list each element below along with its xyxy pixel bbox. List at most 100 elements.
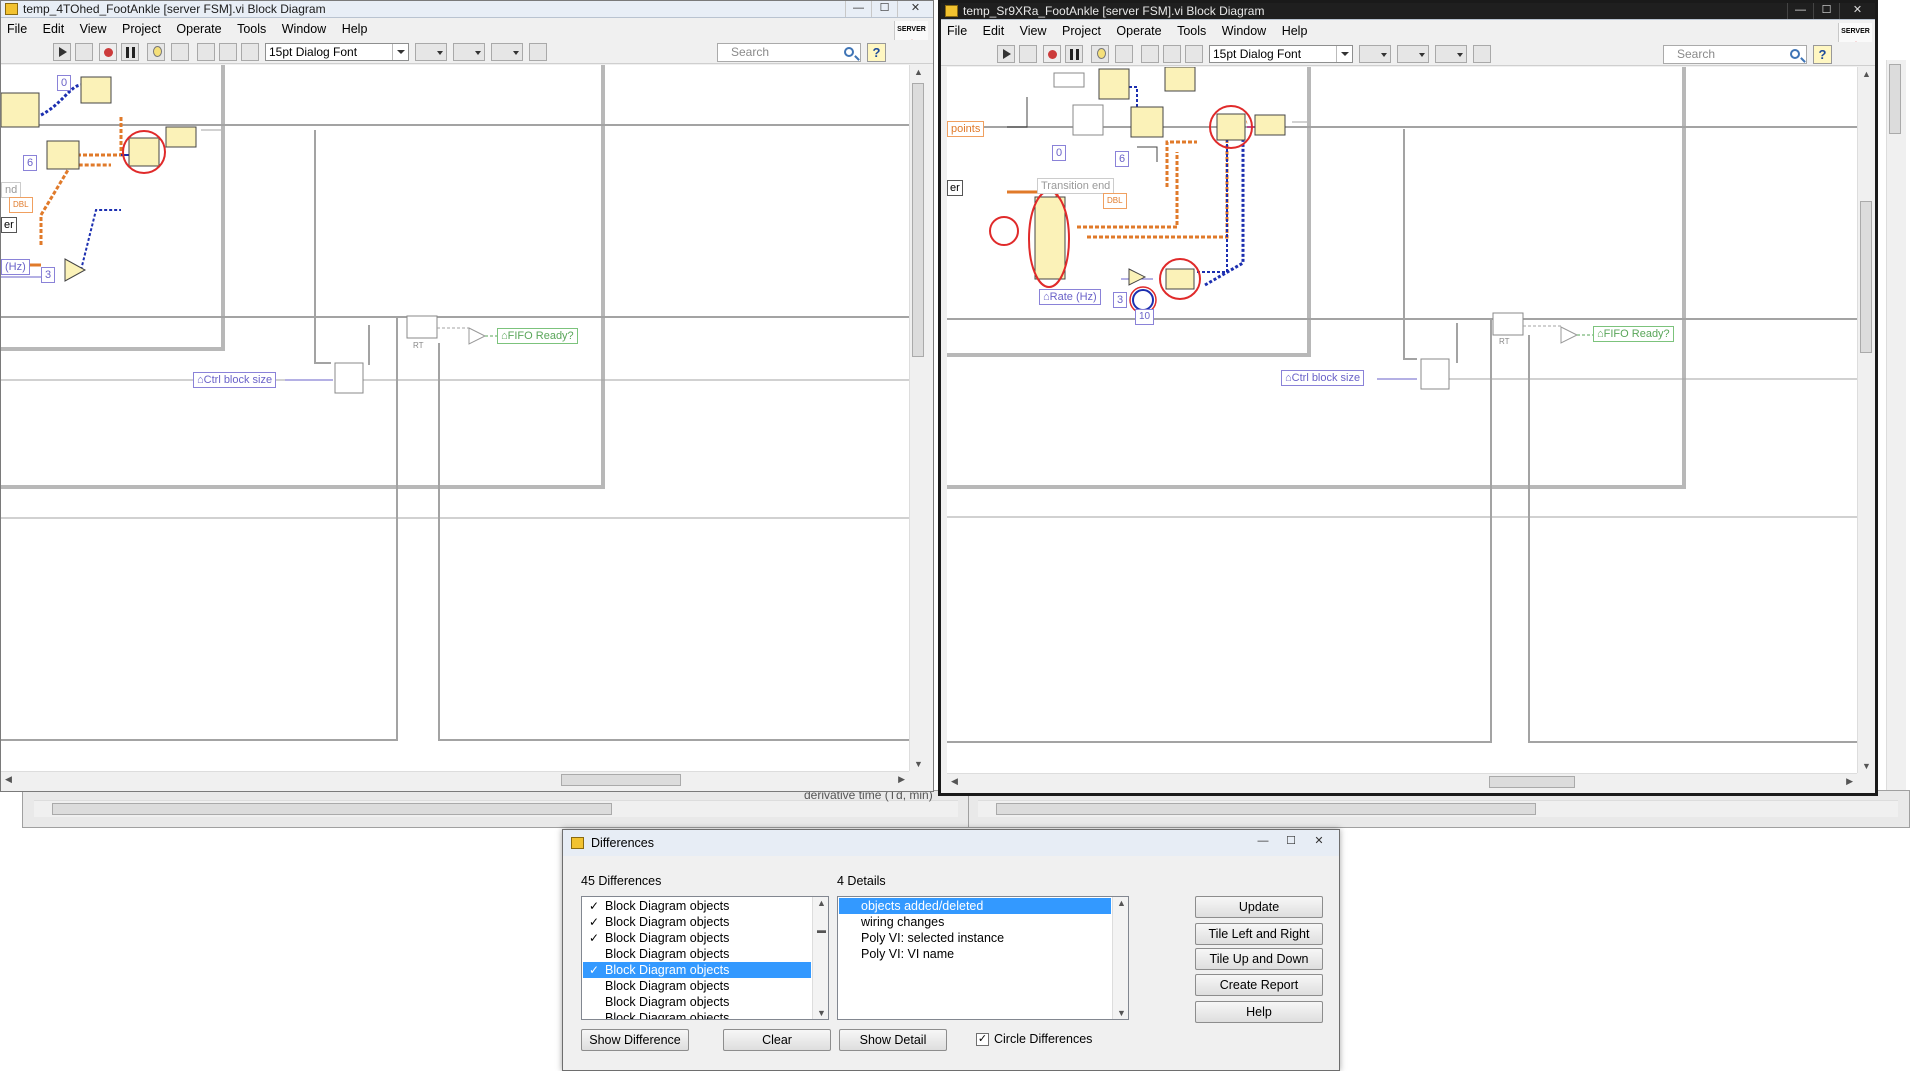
- menu-operate[interactable]: Operate: [1110, 21, 1167, 39]
- menu-help[interactable]: Help: [336, 19, 374, 37]
- left-ctrl-block-size-control[interactable]: ⌂Ctrl block size: [193, 372, 277, 388]
- abort-button[interactable]: [99, 43, 117, 61]
- step-into-icon[interactable]: [197, 43, 215, 61]
- details-list[interactable]: objects added/deleted wiring changes Pol…: [837, 896, 1129, 1020]
- right-horizontal-scrollbar[interactable]: ◀ ▶: [947, 773, 1857, 790]
- differences-list[interactable]: ✓ Block Diagram objects ✓ Block Diagram ob…: [581, 896, 829, 1020]
- pause-button[interactable]: [1065, 45, 1083, 63]
- create-report-button[interactable]: Create Report: [1195, 974, 1323, 996]
- menu-edit[interactable]: Edit: [977, 21, 1011, 39]
- clean-up-diagram-icon[interactable]: [529, 43, 547, 61]
- step-over-icon[interactable]: [219, 43, 237, 61]
- maximize-button[interactable]: ☐: [1813, 3, 1839, 19]
- tile-left-right-button[interactable]: Tile Left and Right: [1195, 923, 1323, 945]
- close-button[interactable]: ✕: [897, 1, 933, 17]
- show-detail-button[interactable]: Show Detail: [839, 1029, 947, 1051]
- left-six-constant[interactable]: 6: [23, 155, 38, 171]
- clear-button[interactable]: Clear: [723, 1029, 831, 1051]
- run-continuously-button[interactable]: [1019, 45, 1037, 63]
- highlight-execution-icon[interactable]: [147, 43, 165, 61]
- menu-project[interactable]: Project: [1056, 21, 1107, 39]
- run-continuously-button[interactable]: [75, 43, 93, 61]
- right-fifo-ready-indicator[interactable]: ⌂FIFO Ready?: [1593, 326, 1674, 342]
- menu-help[interactable]: Help: [1276, 21, 1314, 39]
- menu-file[interactable]: File: [941, 21, 973, 39]
- minimize-button[interactable]: —: [1251, 834, 1275, 851]
- details-list-scrollbar[interactable]: ▲ ▼: [1112, 897, 1128, 1019]
- list-item[interactable]: Block Diagram objects: [583, 994, 811, 1010]
- maximize-button[interactable]: ☐: [1279, 834, 1303, 851]
- right-zero-constant[interactable]: 0: [1052, 145, 1067, 161]
- step-over-icon[interactable]: [1163, 45, 1181, 63]
- background-right-vscroll[interactable]: [1886, 60, 1906, 790]
- step-out-icon[interactable]: [1185, 45, 1203, 63]
- retain-wire-values-icon[interactable]: [1115, 45, 1133, 63]
- list-item[interactable]: Block Diagram objects: [583, 946, 811, 962]
- update-button[interactable]: Update: [1195, 896, 1323, 918]
- right-three-constant[interactable]: 3: [1113, 292, 1128, 308]
- help-button[interactable]: Help: [1195, 1001, 1323, 1023]
- distribute-objects-dropdown[interactable]: [453, 43, 485, 61]
- clean-up-diagram-icon[interactable]: [1473, 45, 1491, 63]
- list-item[interactable]: Poly VI: VI name: [839, 946, 1111, 962]
- right-rate-hz-control[interactable]: ⌂Rate (Hz): [1039, 289, 1101, 305]
- list-item[interactable]: Block Diagram objects: [583, 978, 811, 994]
- right-search-input[interactable]: Search: [1663, 45, 1807, 64]
- list-item[interactable]: ✓ Block Diagram objects: [583, 914, 811, 930]
- left-search-input[interactable]: Search: [717, 43, 861, 62]
- menu-window[interactable]: Window: [1216, 21, 1272, 39]
- reorder-dropdown[interactable]: [1435, 45, 1467, 63]
- right-diagram-canvas[interactable]: points 6 0 Transition end er DBL ⌂Rate (…: [947, 67, 1857, 773]
- circle-differences-checkbox[interactable]: ✓: [976, 1033, 989, 1046]
- show-difference-button[interactable]: Show Difference: [581, 1029, 689, 1051]
- left-zero-constant[interactable]: 0: [57, 75, 72, 91]
- menu-edit[interactable]: Edit: [37, 19, 71, 37]
- list-item[interactable]: ✓ Block Diagram objects: [583, 930, 811, 946]
- list-item[interactable]: ✓ Block Diagram objects: [583, 898, 811, 914]
- close-button[interactable]: ✕: [1307, 834, 1331, 851]
- right-ctrl-block-size-control[interactable]: ⌂Ctrl block size: [1281, 370, 1365, 386]
- abort-button[interactable]: [1043, 45, 1061, 63]
- right-vertical-scrollbar[interactable]: ▲ ▼: [1857, 67, 1874, 773]
- maximize-button[interactable]: ☐: [871, 1, 897, 17]
- minimize-button[interactable]: —: [1787, 3, 1813, 19]
- run-button[interactable]: [53, 43, 71, 61]
- close-button[interactable]: ✕: [1839, 3, 1875, 19]
- background-right-hscroll[interactable]: [978, 800, 1898, 817]
- left-rate-hz-control[interactable]: (Hz): [1, 259, 30, 275]
- list-item-selected[interactable]: ✓ Block Diagram objects: [583, 962, 811, 978]
- list-item[interactable]: wiring changes: [839, 914, 1111, 930]
- font-selector[interactable]: 15pt Dialog Font: [1209, 45, 1353, 63]
- highlight-execution-icon[interactable]: [1091, 45, 1109, 63]
- menu-view[interactable]: View: [1014, 21, 1053, 39]
- left-three-constant[interactable]: 3: [41, 267, 56, 283]
- align-objects-dropdown[interactable]: [415, 43, 447, 61]
- context-help-button[interactable]: ?: [1813, 45, 1832, 64]
- menu-file[interactable]: File: [1, 19, 33, 37]
- background-left-hscroll[interactable]: [34, 800, 958, 817]
- right-ten-constant[interactable]: 10: [1135, 309, 1155, 325]
- right-six-constant[interactable]: 6: [1115, 151, 1130, 167]
- menu-view[interactable]: View: [74, 19, 113, 37]
- align-objects-dropdown[interactable]: [1359, 45, 1391, 63]
- retain-wire-values-icon[interactable]: [171, 43, 189, 61]
- menu-tools[interactable]: Tools: [231, 19, 272, 37]
- context-help-button[interactable]: ?: [867, 43, 886, 62]
- left-horizontal-scrollbar[interactable]: ◀ ▶: [1, 771, 909, 788]
- menu-tools[interactable]: Tools: [1171, 21, 1212, 39]
- menu-operate[interactable]: Operate: [170, 19, 227, 37]
- run-button[interactable]: [997, 45, 1015, 63]
- left-diagram-canvas[interactable]: 0 6 nd er DBL (Hz) 3 ⌂Ctrl block size ⌂F…: [1, 65, 909, 771]
- step-into-icon[interactable]: [1141, 45, 1159, 63]
- tile-up-down-button[interactable]: Tile Up and Down: [1195, 948, 1323, 970]
- pause-button[interactable]: [121, 43, 139, 61]
- differences-list-scrollbar[interactable]: ▲ ▬ ▼: [812, 897, 828, 1019]
- right-points-control[interactable]: points: [947, 121, 985, 137]
- minimize-button[interactable]: —: [845, 1, 871, 17]
- left-fifo-ready-indicator[interactable]: ⌂FIFO Ready?: [497, 328, 578, 344]
- font-selector[interactable]: 15pt Dialog Font: [265, 43, 409, 61]
- step-out-icon[interactable]: [241, 43, 259, 61]
- list-item[interactable]: Poly VI: selected instance: [839, 930, 1111, 946]
- distribute-objects-dropdown[interactable]: [1397, 45, 1429, 63]
- menu-window[interactable]: Window: [276, 19, 332, 37]
